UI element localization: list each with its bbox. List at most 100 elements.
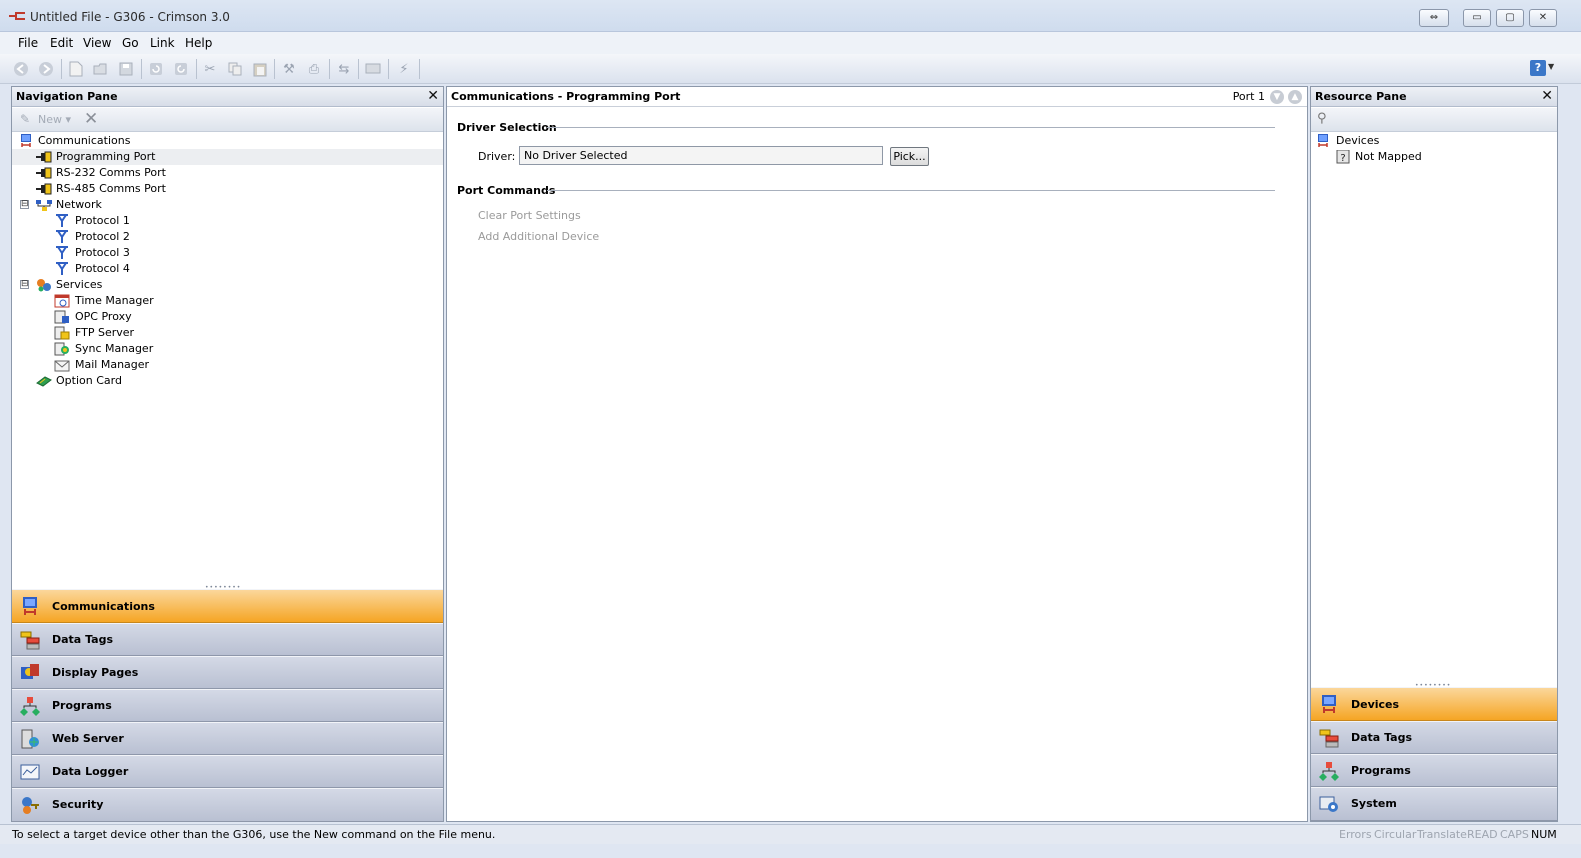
- new-icon[interactable]: [67, 60, 85, 78]
- copy-icon[interactable]: [226, 60, 244, 78]
- paste-icon[interactable]: [251, 60, 269, 78]
- back-icon[interactable]: [12, 60, 30, 78]
- toolbar-separator: [419, 59, 420, 79]
- save-icon[interactable]: [117, 60, 135, 78]
- network-icon: [36, 200, 52, 211]
- driver-field[interactable]: No Driver Selected: [519, 146, 883, 165]
- tree-item-protocol-2[interactable]: Protocol 2: [12, 229, 443, 245]
- tree-item-network[interactable]: ⊟ Network: [12, 197, 443, 213]
- close-icon[interactable]: ✕: [427, 88, 439, 104]
- tree-item-option-card[interactable]: Option Card: [12, 373, 443, 389]
- new-button[interactable]: New ▾: [38, 113, 71, 126]
- pick-button[interactable]: Pick...: [890, 147, 929, 166]
- tree-item-protocol-1[interactable]: Protocol 1: [12, 213, 443, 229]
- tree-item-not-mapped[interactable]: ? Not Mapped: [1311, 149, 1557, 165]
- add-additional-device-link[interactable]: Add Additional Device: [478, 230, 599, 243]
- search-icon[interactable]: ⚲: [1317, 111, 1327, 126]
- clear-port-settings-link[interactable]: Clear Port Settings: [478, 209, 581, 222]
- question-icon: ?: [1336, 150, 1350, 164]
- redo-icon[interactable]: [172, 60, 190, 78]
- category-display-pages[interactable]: Display Pages: [12, 656, 443, 689]
- tree-item-services[interactable]: ⊟ Services: [12, 277, 443, 293]
- menu-view[interactable]: View: [83, 36, 111, 50]
- section-divider: [547, 127, 1275, 128]
- menu-go[interactable]: Go: [122, 36, 139, 50]
- tree-item-label: Protocol 4: [75, 262, 130, 275]
- find-icon[interactable]: ⚒: [280, 60, 298, 78]
- tree-item-label: Network: [56, 198, 102, 211]
- tree-item-programming-port[interactable]: Programming Port: [12, 149, 443, 165]
- display-icon[interactable]: [364, 60, 382, 78]
- chevron-down-icon[interactable]: ▼: [1548, 62, 1554, 71]
- send-icon[interactable]: ⚡: [395, 60, 413, 78]
- editor-pane: Communications - Programming Port Port 1…: [446, 86, 1308, 822]
- forward-icon[interactable]: [37, 60, 55, 78]
- category-data-logger[interactable]: Data Logger: [12, 755, 443, 788]
- data-tags-icon: [1319, 729, 1339, 748]
- tree-item-opc-proxy[interactable]: OPC Proxy: [12, 309, 443, 325]
- tree-item-rs485-comms-port[interactable]: RS-485 Comms Port: [12, 181, 443, 197]
- navigation-pane: Navigation Pane ✕ ✎ New ▾ ✕ Communicatio…: [11, 86, 444, 822]
- category-security[interactable]: Security: [12, 788, 443, 822]
- category-devices[interactable]: Devices: [1311, 687, 1557, 721]
- devices-icon: [1318, 134, 1328, 147]
- tree-item-mail-manager[interactable]: Mail Manager: [12, 357, 443, 373]
- services-icon: [37, 279, 51, 292]
- minimize-button[interactable]: ▭: [1463, 9, 1491, 27]
- category-web-server[interactable]: Web Server: [12, 722, 443, 755]
- open-icon[interactable]: [92, 60, 110, 78]
- undo-icon[interactable]: [147, 60, 165, 78]
- tree-item-devices[interactable]: Devices: [1311, 133, 1557, 149]
- communications-icon: [23, 597, 37, 615]
- splitter-handle[interactable]: ••••••••: [1415, 682, 1451, 689]
- maximize-button[interactable]: ▢: [1496, 9, 1524, 27]
- tree-item-label: Communications: [38, 134, 131, 147]
- port-icon: [36, 183, 52, 195]
- menu-edit[interactable]: Edit: [50, 36, 73, 50]
- arrow-up-icon[interactable]: ▲: [1288, 90, 1302, 104]
- data-logger-icon: [20, 764, 40, 780]
- option-card-icon: [36, 376, 52, 387]
- tree-item-ftp-server[interactable]: FTP Server: [12, 325, 443, 341]
- help-icon[interactable]: ?: [1530, 60, 1546, 76]
- close-button[interactable]: ✕: [1529, 9, 1557, 27]
- tree-item-protocol-3[interactable]: Protocol 3: [12, 245, 443, 261]
- replace-icon[interactable]: ⎙: [305, 60, 323, 78]
- menu-link[interactable]: Link: [150, 36, 175, 50]
- tree-item-protocol-4[interactable]: Protocol 4: [12, 261, 443, 277]
- collapse-icon[interactable]: ⊟: [20, 200, 29, 209]
- tree-item-time-manager[interactable]: Time Manager: [12, 293, 443, 309]
- close-icon[interactable]: ✕: [1541, 88, 1553, 104]
- tree-item-label: RS-485 Comms Port: [56, 182, 166, 195]
- mail-manager-icon: [54, 360, 70, 372]
- status-errors: Errors: [1339, 828, 1372, 841]
- tree-item-communications[interactable]: Communications: [12, 133, 443, 149]
- arrow-down-icon[interactable]: ▼: [1270, 90, 1284, 104]
- window-title: Untitled File - G306 - Crimson 3.0: [30, 10, 230, 24]
- toolbar-separator: [329, 59, 330, 79]
- app-icon: [9, 12, 25, 20]
- cut-icon[interactable]: ✂: [201, 60, 219, 78]
- category-data-tags[interactable]: Data Tags: [1311, 721, 1557, 754]
- navigation-pane-title: Navigation Pane: [16, 90, 118, 103]
- menu-file[interactable]: File: [18, 36, 38, 50]
- tree-item-label: Sync Manager: [75, 342, 154, 355]
- category-programs[interactable]: Programs: [12, 689, 443, 722]
- status-read: READ: [1467, 828, 1498, 841]
- category-system[interactable]: System: [1311, 787, 1557, 821]
- menu-help[interactable]: Help: [185, 36, 212, 50]
- opc-proxy-icon: [54, 310, 69, 324]
- status-num: NUM: [1531, 828, 1557, 841]
- splitter-handle[interactable]: ••••••••: [205, 584, 241, 591]
- section-divider: [547, 190, 1275, 191]
- link-icon[interactable]: ⇆: [335, 60, 353, 78]
- category-communications[interactable]: Communications: [12, 589, 443, 623]
- restore-layout-button[interactable]: ⇔: [1419, 9, 1449, 27]
- delete-icon[interactable]: ✕: [84, 109, 98, 129]
- tree-item-label: RS-232 Comms Port: [56, 166, 166, 179]
- tree-item-rs232-comms-port[interactable]: RS-232 Comms Port: [12, 165, 443, 181]
- tree-item-sync-manager[interactable]: Sync Manager: [12, 341, 443, 357]
- collapse-icon[interactable]: ⊟: [20, 280, 29, 289]
- category-programs[interactable]: Programs: [1311, 754, 1557, 787]
- category-data-tags[interactable]: Data Tags: [12, 623, 443, 656]
